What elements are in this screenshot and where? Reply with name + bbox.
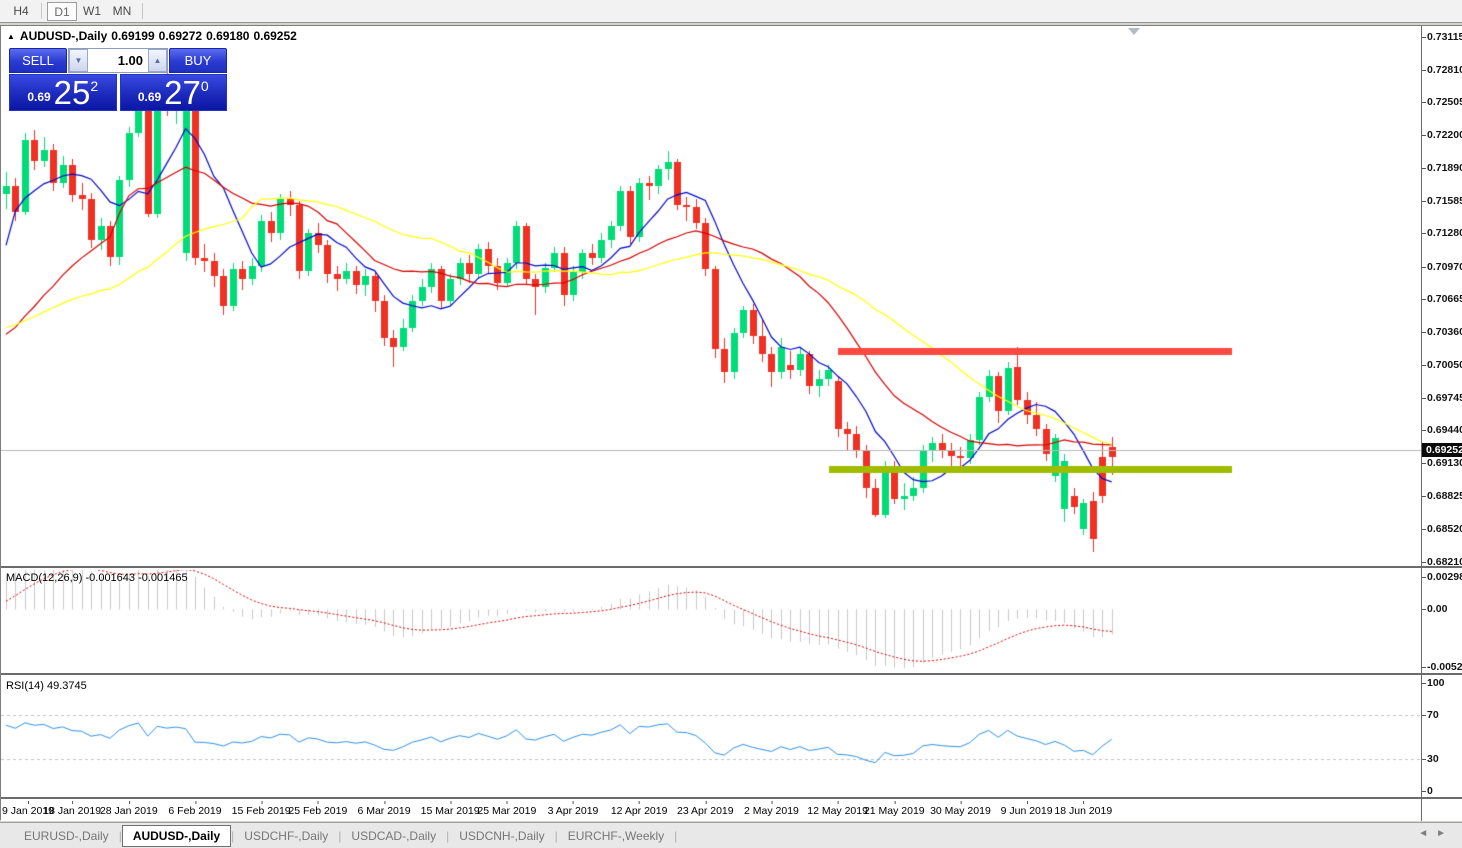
- chart-tab-usdcnh[interactable]: USDCNH-,Daily: [449, 826, 554, 846]
- price-axis-label: 0.68520: [1427, 523, 1462, 535]
- tab-separator: |: [674, 829, 677, 843]
- date-axis-label: 18 Jun 2019: [1054, 805, 1112, 817]
- date-axis-label: 21 May 2019: [864, 805, 925, 817]
- buy-price-main: 27: [164, 75, 201, 110]
- tab-scroll-left-icon: ◄: [1418, 828, 1436, 839]
- price-axis-label: 0.72200: [1427, 129, 1462, 141]
- chart-tab-usdchf[interactable]: USDCHF-,Daily: [234, 826, 338, 846]
- buy-button[interactable]: BUY: [169, 48, 227, 73]
- tab-scroll-right-icon: ►: [1436, 828, 1454, 839]
- open-value: 0.69199: [111, 29, 154, 43]
- date-axis-label: 15 Feb 2019: [232, 805, 291, 817]
- close-value: 0.69252: [253, 29, 296, 43]
- price-axis-label: 0.70665: [1427, 293, 1462, 305]
- collapse-triangle-icon[interactable]: ▲: [7, 32, 15, 41]
- price-axis-label: 0.73115: [1427, 31, 1462, 43]
- buy-price-button[interactable]: 0.69 27 0: [120, 74, 228, 111]
- volume-increase-icon[interactable]: ▲: [148, 49, 167, 72]
- volume-input[interactable]: [88, 49, 148, 72]
- date-axis-label: 25 Feb 2019: [288, 805, 347, 817]
- macd-axis-label: -0.005256: [1427, 661, 1462, 673]
- rsi-axis-label: 30: [1427, 753, 1439, 765]
- symbol-period-label: AUDUSD-,Daily: [20, 29, 107, 43]
- toolbar-separator: [41, 3, 42, 19]
- date-axis-label: 6 Feb 2019: [168, 805, 221, 817]
- date-axis-label: 30 May 2019: [930, 805, 991, 817]
- date-axis-label: 3 Apr 2019: [548, 805, 599, 817]
- chart-tab-audusd[interactable]: AUDUSD-,Daily: [122, 825, 231, 847]
- date-axis-label: 18 Jan 2019: [43, 805, 101, 817]
- price-axis-label: 0.70050: [1427, 359, 1462, 371]
- price-axis-label: 0.71890: [1427, 162, 1462, 174]
- price-axis-label: 0.70970: [1427, 261, 1462, 273]
- price-axis-label: 0.68825: [1427, 490, 1462, 502]
- date-axis-label: 2 May 2019: [744, 805, 799, 817]
- volume-spinner: ▼ ▲: [68, 48, 168, 73]
- tab-scroll-arrows[interactable]: ◄►: [1418, 828, 1454, 839]
- macd-axis-label: 0.00: [1427, 603, 1447, 615]
- date-axis-label: 6 Mar 2019: [357, 805, 410, 817]
- date-axis[interactable]: 9 Jan 201918 Jan 201928 Jan 20196 Feb 20…: [1, 801, 1421, 821]
- date-axis-label: 23 Apr 2019: [677, 805, 734, 817]
- chart-shift-marker-icon[interactable]: [1128, 28, 1140, 35]
- date-axis-label: 25 Mar 2019: [477, 805, 536, 817]
- price-axis[interactable]: 0.73115 0.72810 0.72505 0.72200 0.71890 0.715…: [1421, 26, 1462, 821]
- timeframe-button-h4[interactable]: H4: [6, 2, 36, 21]
- buy-price-prefix: 0.69: [138, 90, 161, 104]
- high-value: 0.69272: [159, 29, 202, 43]
- timeframe-button-mn[interactable]: MN: [107, 2, 137, 21]
- chart-window: ▲AUDUSD-,Daily0.691990.692720.691800.692…: [0, 25, 1462, 820]
- price-axis-label: 0.72810: [1427, 64, 1462, 76]
- macd-axis-label: 0.002984: [1427, 571, 1462, 583]
- price-axis-label: 0.69745: [1427, 392, 1462, 404]
- chart-title: ▲ AUDUSD-,Daily 0.69199 0.69272 0.69180 0.692…: [7, 29, 301, 43]
- price-axis-label: 0.70360: [1427, 326, 1462, 338]
- pane-divider[interactable]: [1, 566, 1462, 568]
- rsi-axis-label: 100: [1427, 677, 1445, 689]
- date-axis-label: 15 Mar 2019: [421, 805, 480, 817]
- chart-tab-eurchf[interactable]: EURCHF-,Weekly: [558, 826, 674, 846]
- chart-plot-area[interactable]: [1, 26, 1421, 821]
- low-value: 0.69180: [206, 29, 249, 43]
- price-axis-label: 0.69130: [1427, 457, 1462, 469]
- rsi-indicator-label: RSI(14) 49.3745: [6, 680, 87, 692]
- date-axis-label: 9 Jun 2019: [1001, 805, 1053, 817]
- macd-indicator-label: MACD(12,26,9) -0.001643 -0.001465: [6, 572, 188, 584]
- price-axis-label: 0.72505: [1427, 96, 1462, 108]
- date-axis-label: 28 Jan 2019: [100, 805, 158, 817]
- date-axis-label: 12 May 2019: [807, 805, 868, 817]
- rsi-axis-label: 0: [1427, 785, 1433, 797]
- pane-divider[interactable]: [1, 797, 1462, 799]
- one-click-trading-panel: SELL ▼ ▲ BUY 0.69 25 2 0.69 27 0: [9, 48, 227, 111]
- rsi-axis-label: 70: [1427, 709, 1439, 721]
- sell-button[interactable]: SELL: [9, 48, 67, 73]
- price-axis-label: 0.71585: [1427, 195, 1462, 207]
- price-axis-label: 0.69440: [1427, 424, 1462, 436]
- timeframe-button-d1[interactable]: D1: [47, 2, 77, 21]
- date-axis-label: 12 Apr 2019: [611, 805, 668, 817]
- sell-price-main: 25: [54, 75, 91, 110]
- volume-decrease-icon[interactable]: ▼: [69, 49, 88, 72]
- timeframe-button-w1[interactable]: W1: [77, 2, 107, 21]
- sell-price-pip: 2: [90, 78, 98, 94]
- chart-tab-usdcad[interactable]: USDCAD-,Daily: [341, 826, 446, 846]
- buy-price-pip: 0: [201, 78, 209, 94]
- chart-tab-bar: EURUSD-,Daily|AUDUSD-,Daily|USDCHF-,Dail…: [0, 822, 1462, 848]
- pane-divider[interactable]: [1, 673, 1462, 675]
- sell-price-prefix: 0.69: [27, 90, 50, 104]
- toolbar-separator: [142, 3, 143, 19]
- price-axis-label: 0.71280: [1427, 227, 1462, 239]
- current-price-tag: 0.69252: [1422, 443, 1462, 457]
- timeframe-toolbar: H4 D1W1MN: [0, 0, 1462, 23]
- sell-price-button[interactable]: 0.69 25 2: [9, 74, 117, 111]
- chart-tab-eurusd[interactable]: EURUSD-,Daily: [14, 826, 119, 846]
